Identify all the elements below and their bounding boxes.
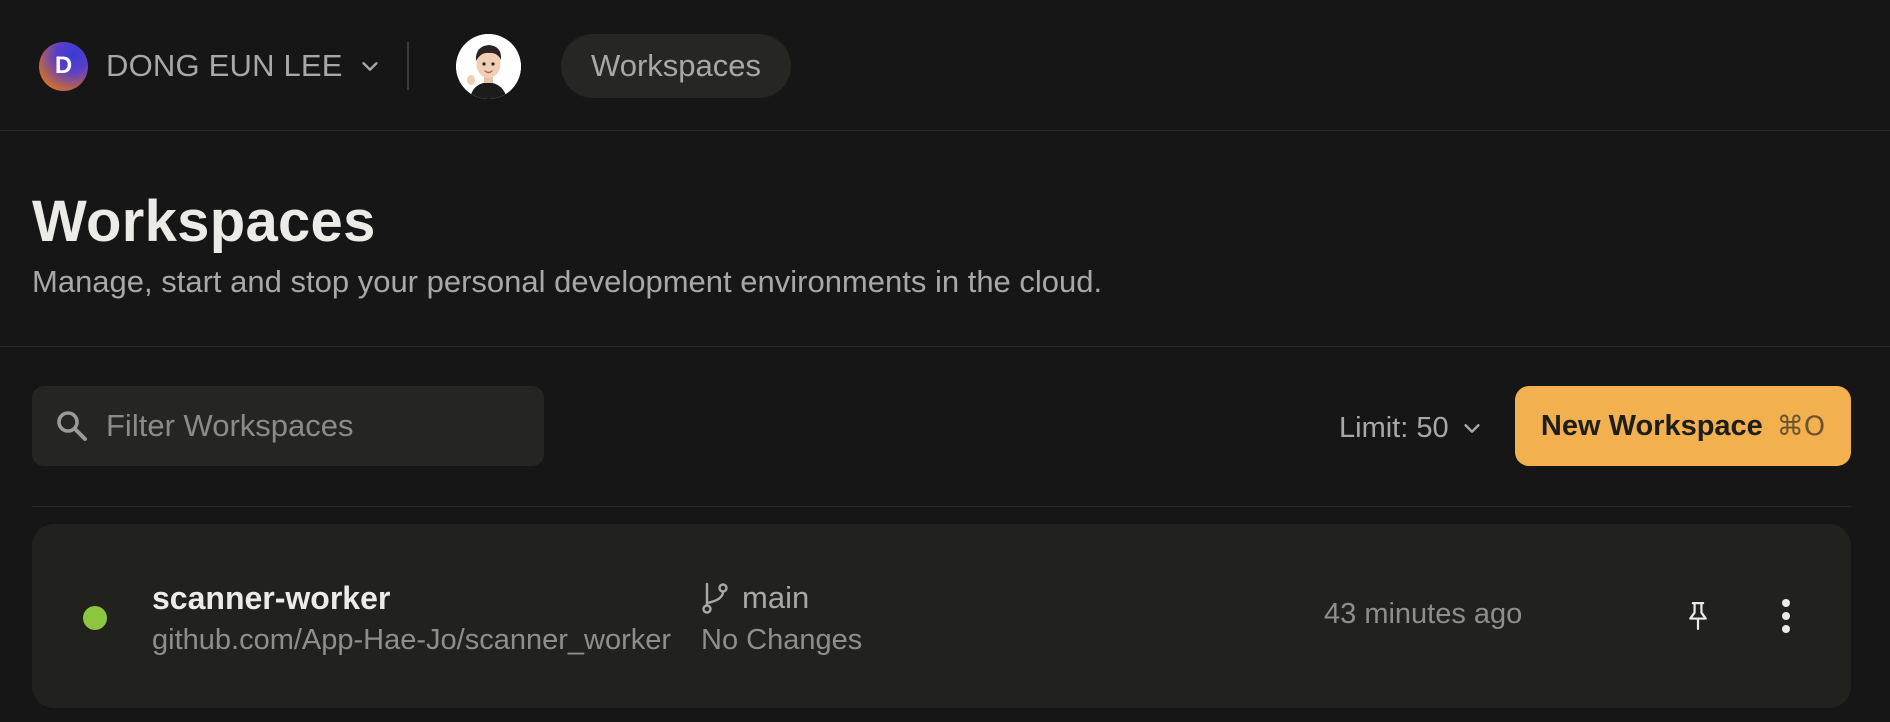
more-options-button[interactable]: [1766, 594, 1806, 638]
workspace-last-active: 43 minutes ago: [1324, 598, 1523, 630]
user-avatar[interactable]: [456, 34, 521, 99]
workspace-changes-status: No Changes: [701, 624, 863, 656]
org-initial: D: [54, 52, 73, 79]
chevron-down-icon: [362, 62, 378, 71]
chevron-down-icon: [1464, 424, 1480, 433]
new-workspace-label: New Workspace: [1540, 409, 1763, 442]
org-avatar: D: [39, 41, 88, 91]
limit-select[interactable]: Limit: 50: [1339, 406, 1483, 450]
page-subtitle: Manage, start and stop your personal dev…: [32, 264, 1103, 299]
workspace-repo-url: github.com/App-Hae-Jo/scanner_worker: [152, 624, 672, 656]
workspace-row[interactable]: scanner-worker github.com/App-Hae-Jo/sca…: [32, 524, 1851, 708]
org-switcher[interactable]: D DONG EUN LEE: [39, 41, 381, 91]
org-name: DONG EUN LEE: [106, 48, 343, 83]
workspace-branch: main: [700, 580, 809, 616]
header-divider: [0, 346, 1890, 347]
git-branch-icon: [702, 582, 728, 614]
filter-workspaces-input[interactable]: [104, 396, 544, 456]
pin-icon: [1689, 602, 1707, 630]
filter-search-box[interactable]: [32, 386, 544, 466]
nav-workspaces-pill[interactable]: Workspaces: [561, 34, 791, 98]
search-icon: [57, 411, 87, 441]
list-divider: [32, 506, 1851, 507]
top-navigation-bar: D DONG EUN LEE Workspaces: [0, 0, 1890, 131]
limit-label: Limit: 50: [1339, 411, 1449, 444]
memoji-avatar-icon: [456, 34, 521, 99]
running-status-dot: [83, 606, 107, 630]
page-title: Workspaces: [32, 189, 376, 254]
workspace-name[interactable]: scanner-worker: [152, 580, 390, 617]
branch-name: main: [742, 580, 810, 615]
topbar-divider: [407, 42, 409, 90]
keyboard-shortcut-hint: ⌘O: [1776, 410, 1826, 442]
new-workspace-button[interactable]: New Workspace ⌘O: [1515, 386, 1851, 466]
pin-workspace-button[interactable]: [1678, 596, 1718, 636]
more-vertical-icon: [1782, 599, 1790, 633]
nav-workspaces-label: Workspaces: [591, 48, 761, 83]
